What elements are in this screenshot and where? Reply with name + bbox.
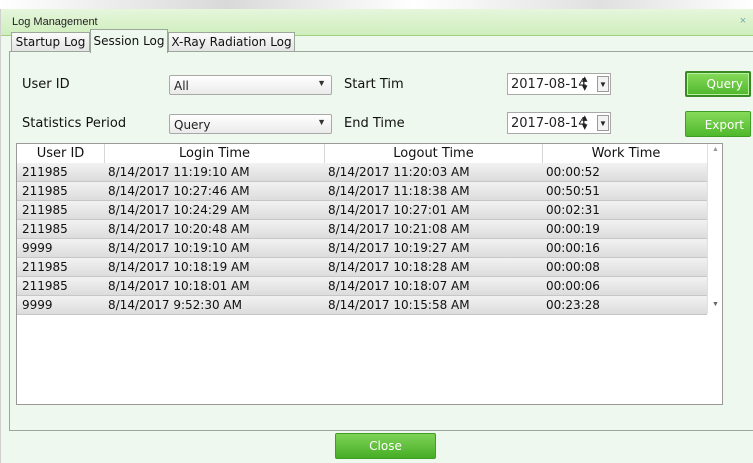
cell-user-id: 211985 xyxy=(22,279,68,293)
cell-user-id: 9999 xyxy=(22,298,53,312)
cell-login-time: 8/14/2017 10:20:48 AM xyxy=(108,222,250,236)
chevron-down-icon[interactable]: ▼ xyxy=(597,76,609,92)
cell-logout-time: 8/14/2017 10:15:58 AM xyxy=(328,298,470,312)
tab-startup-log[interactable]: Startup Log xyxy=(11,32,90,52)
cell-login-time: 8/14/2017 10:18:01 AM xyxy=(108,279,250,293)
cell-logout-time: 8/14/2017 10:27:01 AM xyxy=(328,203,470,217)
table-row[interactable]: 9999 8/14/2017 10:19:10 AM 8/14/2017 10:… xyxy=(17,239,707,258)
cell-work-time: 00:50:51 xyxy=(546,184,600,198)
export-button[interactable]: Export xyxy=(685,111,751,137)
end-time-label: End Time xyxy=(344,116,405,131)
user-id-select[interactable]: All ▼ xyxy=(169,75,332,95)
cell-logout-time: 8/14/2017 10:19:27 AM xyxy=(328,241,470,255)
cell-work-time: 00:23:28 xyxy=(546,298,600,312)
cell-work-time: 00:00:16 xyxy=(546,241,600,255)
chevron-down-icon: ▼ xyxy=(317,78,326,88)
cell-login-time: 8/14/2017 10:27:46 AM xyxy=(108,184,250,198)
cell-logout-time: 8/14/2017 10:21:08 AM xyxy=(328,222,470,236)
statistics-period-select[interactable]: Query ▼ xyxy=(169,114,332,134)
cell-work-time: 00:00:19 xyxy=(546,222,600,236)
cell-login-time: 8/14/2017 9:52:30 AM xyxy=(108,298,242,312)
cell-login-time: 8/14/2017 10:24:29 AM xyxy=(108,203,250,217)
cell-work-time: 00:00:52 xyxy=(546,165,600,179)
end-date-value: 2017-08-14 xyxy=(511,116,587,131)
cell-user-id: 9999 xyxy=(22,241,53,255)
cell-logout-time: 8/14/2017 10:18:28 AM xyxy=(328,260,470,274)
column-header-work-time[interactable]: Work Time xyxy=(543,144,710,163)
start-date-picker[interactable]: 2017-08-14 ▴ ▾ ▼ xyxy=(507,73,611,95)
cell-work-time: 00:02:31 xyxy=(546,203,600,217)
tab-session-log[interactable]: Session Log xyxy=(90,29,168,53)
window-title: Log Management xyxy=(12,16,98,28)
table-row[interactable]: 211985 8/14/2017 10:18:19 AM 8/14/2017 1… xyxy=(17,258,707,277)
column-header-user-id[interactable]: User ID xyxy=(17,144,105,163)
statistics-period-label: Statistics Period xyxy=(22,116,127,131)
table-row[interactable]: 211985 8/14/2017 10:27:46 AM 8/14/2017 1… xyxy=(17,182,707,201)
user-id-label: User ID xyxy=(22,77,70,92)
tab-xray-radiation-log[interactable]: X-Ray Radiation Log xyxy=(168,32,295,52)
cell-user-id: 211985 xyxy=(22,184,68,198)
column-header-login-time[interactable]: Login Time xyxy=(105,144,325,163)
scroll-up-icon[interactable]: ▲ xyxy=(712,146,719,153)
spin-updown-icon[interactable]: ▴ ▾ xyxy=(582,74,588,94)
end-date-picker[interactable]: 2017-08-14 ▴ ▾ ▼ xyxy=(507,112,611,134)
table-row[interactable]: 211985 8/14/2017 11:19:10 AM 8/14/2017 1… xyxy=(17,163,707,182)
cell-user-id: 211985 xyxy=(22,260,68,274)
close-button[interactable]: Close xyxy=(335,433,436,459)
user-id-value: All xyxy=(174,79,189,93)
cell-work-time: 00:00:08 xyxy=(546,260,600,274)
table-row[interactable]: 211985 8/14/2017 10:20:48 AM 8/14/2017 1… xyxy=(17,220,707,239)
vertical-scrollbar[interactable]: ▲ ▼ xyxy=(707,144,722,314)
cell-user-id: 211985 xyxy=(22,203,68,217)
cell-logout-time: 8/14/2017 10:18:07 AM xyxy=(328,279,470,293)
table-header: User ID Login Time Logout Time Work Time xyxy=(17,144,710,164)
cell-logout-time: 8/14/2017 11:18:38 AM xyxy=(328,184,470,198)
table-row[interactable]: 211985 8/14/2017 10:24:29 AM 8/14/2017 1… xyxy=(17,201,707,220)
chevron-down-icon: ▼ xyxy=(317,117,326,127)
cell-login-time: 8/14/2017 10:18:19 AM xyxy=(108,260,250,274)
cell-login-time: 8/14/2017 10:19:10 AM xyxy=(108,241,250,255)
cell-logout-time: 8/14/2017 11:20:03 AM xyxy=(328,165,470,179)
spin-updown-icon[interactable]: ▴ ▾ xyxy=(582,113,588,133)
table-row[interactable]: 9999 8/14/2017 9:52:30 AM 8/14/2017 10:1… xyxy=(17,296,707,315)
scroll-down-icon[interactable]: ▼ xyxy=(712,301,719,308)
query-button[interactable]: Query xyxy=(685,71,751,97)
statistics-period-value: Query xyxy=(174,118,211,132)
cell-user-id: 211985 xyxy=(22,165,68,179)
cell-login-time: 8/14/2017 11:19:10 AM xyxy=(108,165,250,179)
start-time-label: Start Tim xyxy=(344,77,404,92)
close-icon[interactable]: × xyxy=(736,14,750,28)
table-row[interactable]: 211985 8/14/2017 10:18:01 AM 8/14/2017 1… xyxy=(17,277,707,296)
start-date-value: 2017-08-14 xyxy=(511,77,587,92)
session-log-table[interactable]: User ID Login Time Logout Time Work Time… xyxy=(16,143,723,405)
cell-work-time: 00:00:06 xyxy=(546,279,600,293)
column-header-logout-time[interactable]: Logout Time xyxy=(325,144,543,163)
cell-user-id: 211985 xyxy=(22,222,68,236)
chevron-down-icon[interactable]: ▼ xyxy=(597,115,609,131)
